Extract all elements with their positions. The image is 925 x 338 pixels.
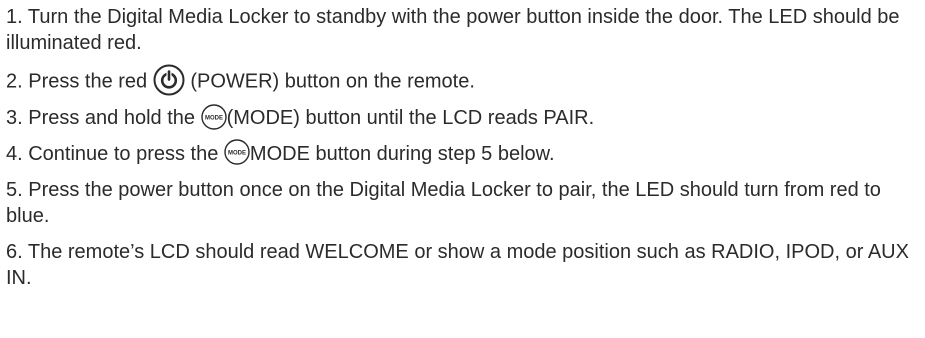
- step-3: 3. Press and hold the MODE (MODE) button…: [6, 104, 921, 132]
- step-4: 4. Continue to press the MODE MODE butto…: [6, 139, 921, 168]
- mode-icon-label: MODE: [205, 115, 223, 121]
- step-3-text-after: (MODE) button until the LCD reads PAIR.: [226, 107, 595, 129]
- step-6-text: 6. The remote’s LCD should read WELCOME …: [6, 241, 909, 290]
- step-1: 1. Turn the Digital Media Locker to stan…: [6, 4, 921, 56]
- mode-icon: MODE: [224, 139, 250, 166]
- step-4-text-after: MODE button during step 5 below.: [249, 142, 555, 165]
- step-1-text: 1. Turn the Digital Media Locker to stan…: [6, 6, 900, 54]
- mode-icon-label: MODE: [228, 151, 246, 157]
- power-icon: [153, 64, 185, 96]
- step-5-text: 5. Press the power button once on the Di…: [6, 179, 881, 228]
- step-4-text-before: 4. Continue to press the: [6, 142, 224, 165]
- mode-icon: MODE: [200, 104, 227, 130]
- step-2-text-before: 2. Press the red: [6, 70, 153, 93]
- step-2: 2. Press the red (POWER) button on the r…: [6, 64, 921, 98]
- step-2-text-after: (POWER) button on the remote.: [190, 70, 475, 93]
- step-3-text-before: 3. Press and hold the: [6, 107, 201, 129]
- step-5: 5. Press the power button once on the Di…: [6, 177, 921, 229]
- instructions-list: 1. Turn the Digital Media Locker to stan…: [6, 4, 921, 291]
- step-6: 6. The remote’s LCD should read WELCOME …: [6, 239, 921, 291]
